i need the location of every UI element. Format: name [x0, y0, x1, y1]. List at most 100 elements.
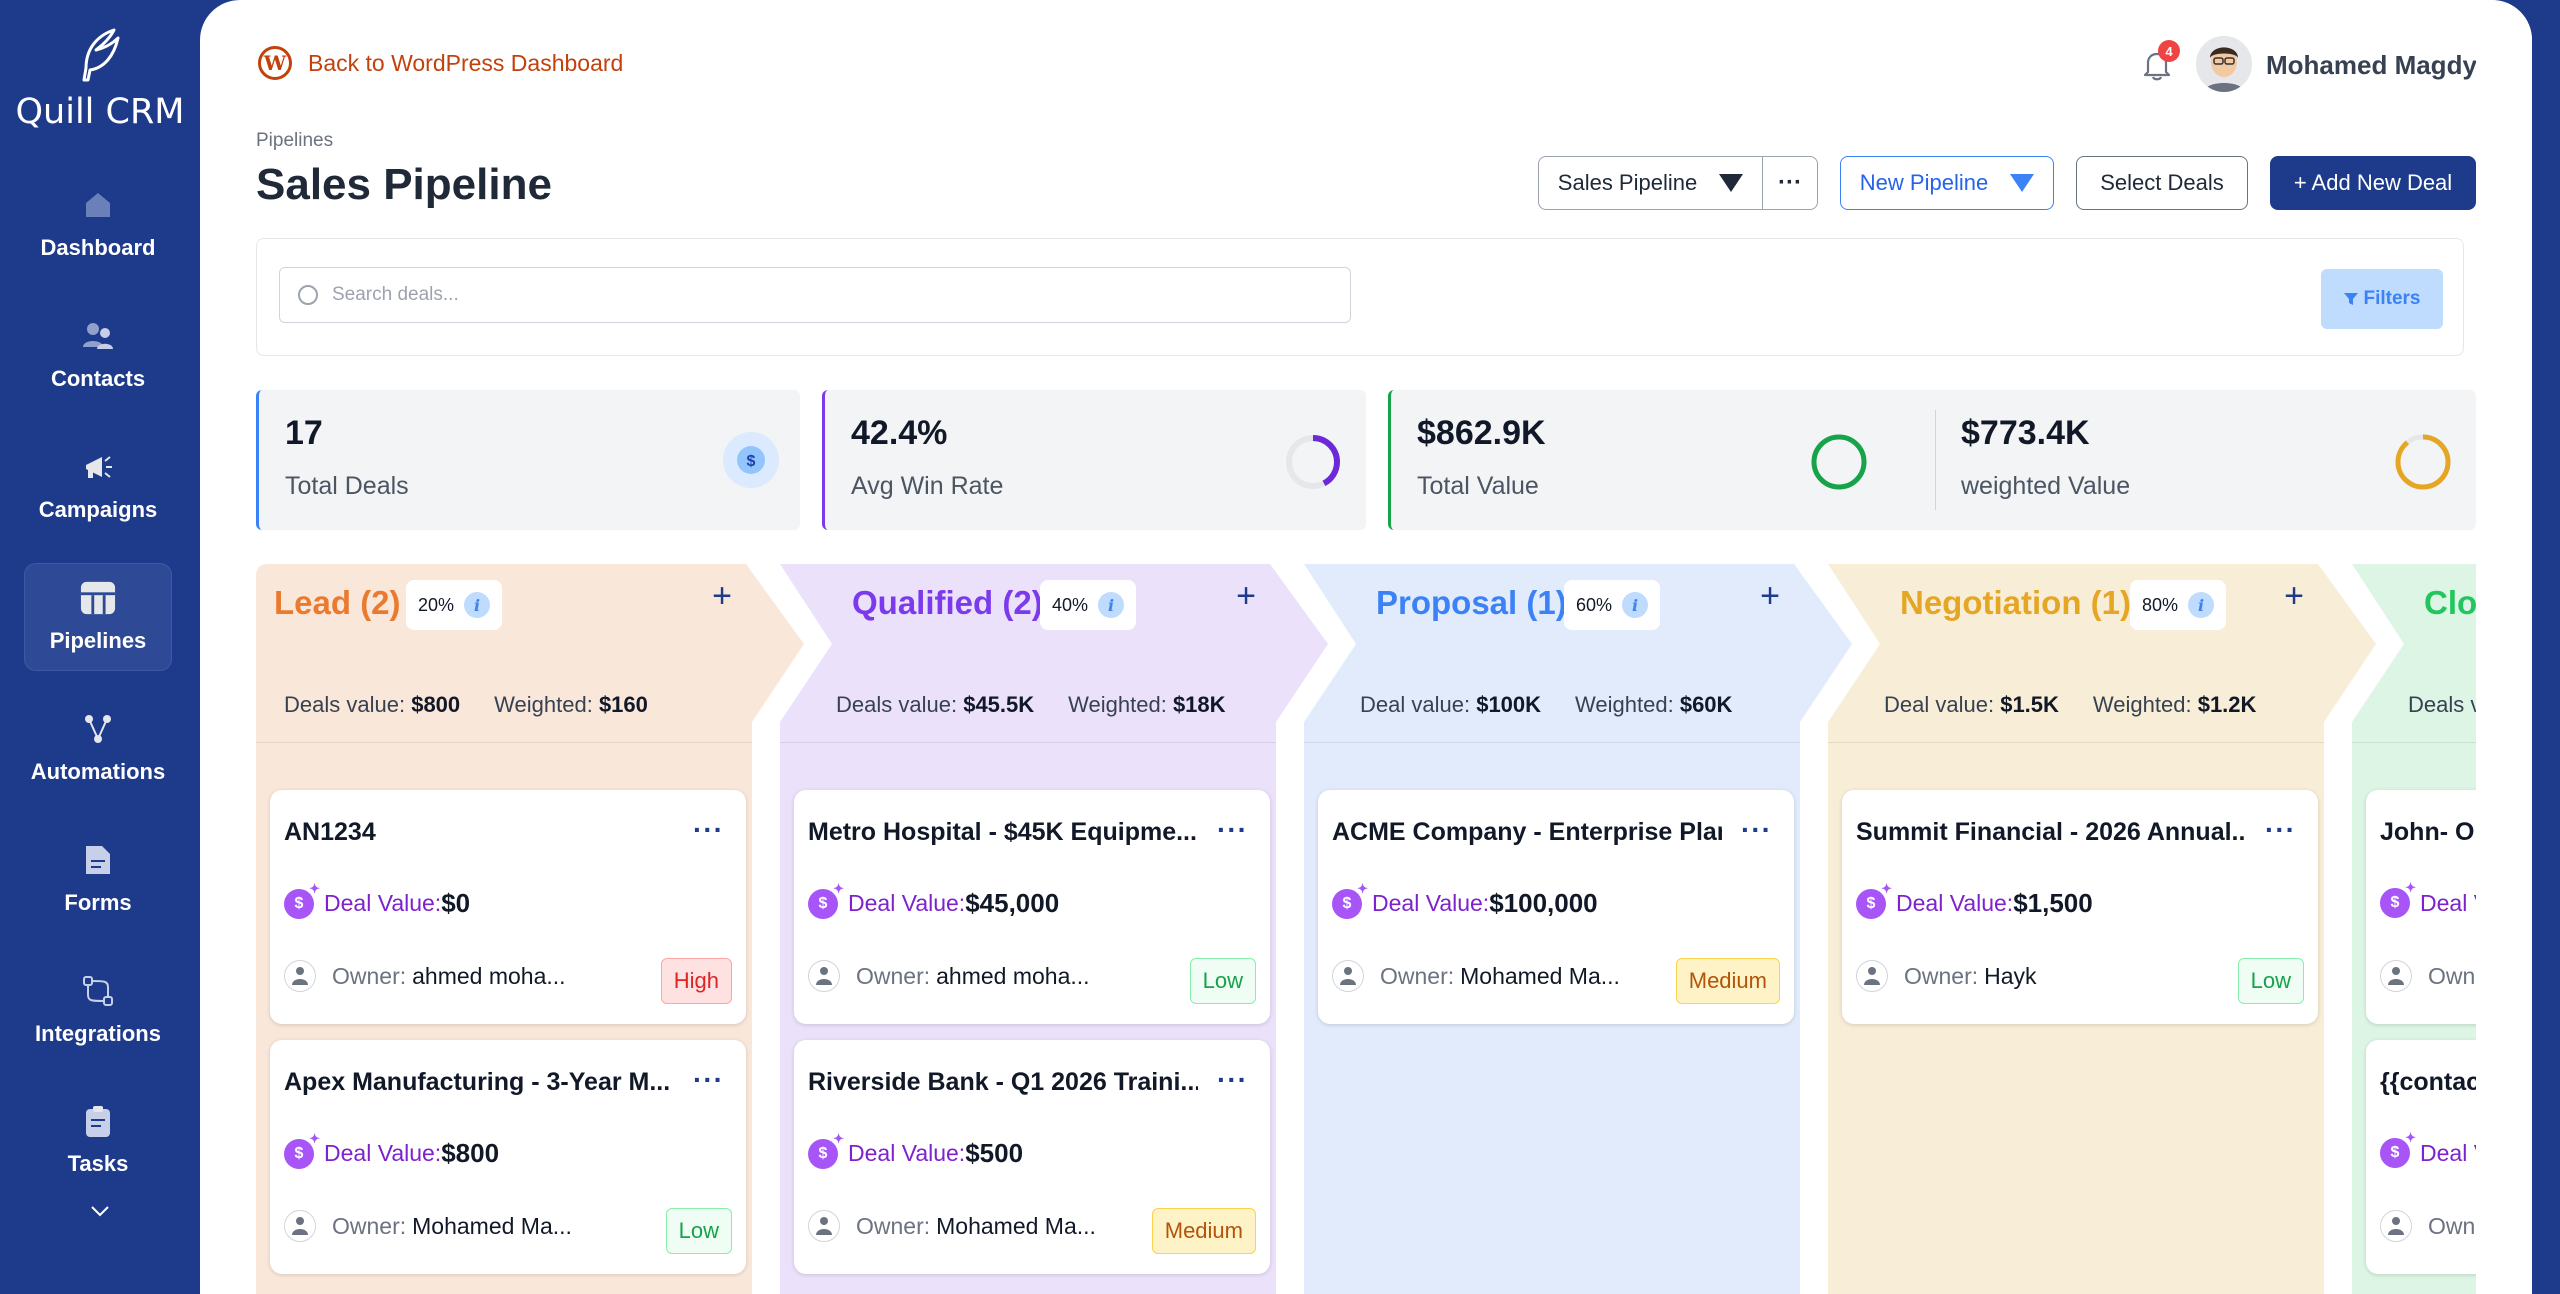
stage-summary: Deals value: $45.5K Weighted: $18K	[836, 692, 1226, 718]
owner-label: Owner:	[856, 962, 931, 989]
deal-value: $ Deal V	[2380, 1130, 2489, 1168]
deals-value-label: Deal value:	[1360, 692, 1471, 717]
search-input[interactable]	[332, 284, 1232, 306]
sidebar-item-tasks[interactable]: Tasks	[24, 1087, 172, 1177]
stage-title: Negotiation (1)	[1900, 584, 2131, 621]
deal-title[interactable]: Summit Financial - 2026 Annual...	[1856, 818, 2246, 847]
priority-badge: Low	[2237, 958, 2304, 1004]
weighted-value: $60K	[1679, 692, 1733, 717]
new-pipeline-button[interactable]: New Pipeline	[1840, 156, 2054, 210]
deal-value-icon: $	[1856, 881, 1892, 919]
deal-card[interactable]: Riverside Bank - Q1 2026 Traini... ··· $…	[794, 1040, 1270, 1274]
sidebar-item-contacts[interactable]: Contacts	[24, 301, 172, 409]
user-icon	[2380, 960, 2412, 992]
deal-title[interactable]: Riverside Bank - Q1 2026 Traini...	[808, 1068, 1198, 1097]
search-box[interactable]	[279, 267, 1351, 323]
deal-card[interactable]: Apex Manufacturing - 3-Year M... ··· $ D…	[270, 1040, 746, 1274]
clipboard-icon	[80, 1105, 116, 1139]
new-pipeline-label: New Pipeline	[1859, 170, 1989, 195]
megaphone-icon	[80, 449, 116, 485]
stat-label: weighted Value	[1961, 472, 2131, 500]
deal-title[interactable]: Apex Manufacturing - 3-Year M...	[284, 1068, 674, 1097]
sidebar-item-forms[interactable]: Forms	[24, 825, 172, 933]
breadcrumb[interactable]: Pipelines	[256, 130, 333, 152]
deal-card[interactable]: AN1234 ··· $ Deal Value: $0 Owner: ahmed…	[270, 790, 746, 1024]
deal-card[interactable]: Metro Hospital - $45K Equipme... ··· $ D…	[794, 790, 1270, 1024]
app-name: Quill CRM	[15, 92, 185, 132]
deal-owner: Owner: Hayk	[1856, 960, 2037, 992]
deal-more-button[interactable]: ···	[1217, 1064, 1248, 1096]
stage-divider	[256, 742, 752, 743]
deal-more-button[interactable]: ···	[693, 1064, 724, 1096]
deal-more-button[interactable]: ···	[693, 814, 724, 846]
add-new-deal-button[interactable]: + Add New Deal	[2270, 156, 2476, 210]
info-icon[interactable]: i	[1098, 592, 1125, 618]
deal-title[interactable]: Metro Hospital - $45K Equipme...	[808, 818, 1198, 847]
sidebar-item-pipelines[interactable]: Pipelines	[24, 563, 172, 671]
stat-weighted-value: $773.4K weighted Value	[1935, 390, 2479, 530]
deals-value: $45.5K	[963, 692, 1035, 717]
sidebar-expand-button[interactable]	[82, 1195, 118, 1227]
filters-button[interactable]: Filters	[2321, 269, 2443, 329]
owner-label: Own	[2428, 1212, 2476, 1239]
deal-more-button[interactable]: ···	[2265, 814, 2296, 846]
deal-value-amount: $45,000	[965, 888, 1060, 918]
deal-title[interactable]: ACME Company - Enterprise Plan	[1332, 818, 1722, 847]
sidebar-item-dashboard[interactable]: Dashboard	[24, 170, 172, 278]
weighted-value: $160	[598, 692, 648, 717]
sidebar-item-campaigns[interactable]: Campaigns	[24, 432, 172, 540]
stage-probability-pill: 60% i	[1564, 580, 1661, 630]
add-deal-proposal-button[interactable]: +	[1752, 578, 1788, 614]
deals-value-label: Deal value:	[1884, 692, 1995, 717]
add-deal-lead-button[interactable]: +	[704, 578, 740, 614]
pipeline-select[interactable]: Sales Pipeline	[1538, 156, 1762, 210]
priority-badge: Low	[665, 1208, 732, 1254]
stage-title: Lead (2)	[274, 584, 401, 621]
back-to-wordpress-link[interactable]: W Back to WordPress Dashboard	[258, 46, 623, 80]
owner-name: Hayk	[1984, 962, 2037, 989]
sidebar-item-label: Pipelines	[49, 628, 147, 653]
add-deal-qualified-button[interactable]: +	[1228, 578, 1264, 614]
stage-probability-pill: 80% i	[2130, 580, 2227, 630]
deal-more-button[interactable]: ···	[1741, 814, 1772, 846]
user-icon	[2380, 1210, 2412, 1242]
board-scroll-edge	[2476, 0, 2532, 1294]
deal-card[interactable]: Summit Financial - 2026 Annual... ··· $ …	[1842, 790, 2318, 1024]
integration-icon	[80, 973, 116, 1009]
deal-value-label: Deal Value:	[324, 890, 442, 916]
priority-badge: High	[660, 958, 732, 1004]
sidebar-item-automations[interactable]: Automations	[24, 694, 172, 802]
user-icon	[1856, 960, 1888, 992]
deal-more-button[interactable]: ···	[1217, 814, 1248, 846]
stage-proposal: Proposal (1) 60% i + Deal value: $100K W…	[1304, 564, 1852, 1294]
deal-value: $ Deal V	[2380, 880, 2489, 918]
stat-label: Avg Win Rate	[851, 472, 1004, 500]
owner-name: Mohamed Ma...	[936, 1212, 1096, 1239]
info-icon[interactable]: i	[1622, 592, 1649, 618]
deal-owner: Owner: Mohamed Ma...	[808, 1210, 1096, 1242]
pipeline-more-button[interactable]: ···	[1762, 156, 1818, 210]
deals-value: $800	[411, 692, 461, 717]
weighted-label: Weighted:	[1068, 692, 1167, 717]
info-icon[interactable]: i	[2188, 592, 2215, 618]
deal-card[interactable]: ACME Company - Enterprise Plan ··· $ Dea…	[1318, 790, 1794, 1024]
automation-icon	[80, 711, 116, 747]
sidebar-item-label: Automations	[30, 759, 166, 784]
add-deal-negotiation-button[interactable]: +	[2276, 578, 2312, 614]
select-deals-button[interactable]: Select Deals	[2076, 156, 2248, 210]
notification-badge: 4	[2158, 40, 2180, 62]
app-logo[interactable]: Quill CRM	[0, 28, 200, 132]
deal-value: $ Deal Value: $1,500	[1856, 881, 2093, 919]
deals-value: $100K	[1476, 692, 1542, 717]
search-panel: Filters	[256, 238, 2464, 356]
owner-label: Owner:	[1904, 962, 1979, 989]
avatar[interactable]	[2196, 36, 2252, 92]
user-name[interactable]: Mohamed Magdy	[2266, 50, 2477, 81]
deal-title[interactable]: AN1234	[284, 818, 674, 847]
info-icon[interactable]: i	[464, 592, 491, 618]
deals-value-label: Deals value:	[836, 692, 958, 717]
deal-value: $ Deal Value: $45,000	[808, 881, 1060, 919]
stage-title: Qualified (2)	[852, 584, 1043, 621]
sidebar-item-label: Forms	[64, 890, 132, 915]
sidebar-item-integrations[interactable]: Integrations	[24, 956, 172, 1064]
